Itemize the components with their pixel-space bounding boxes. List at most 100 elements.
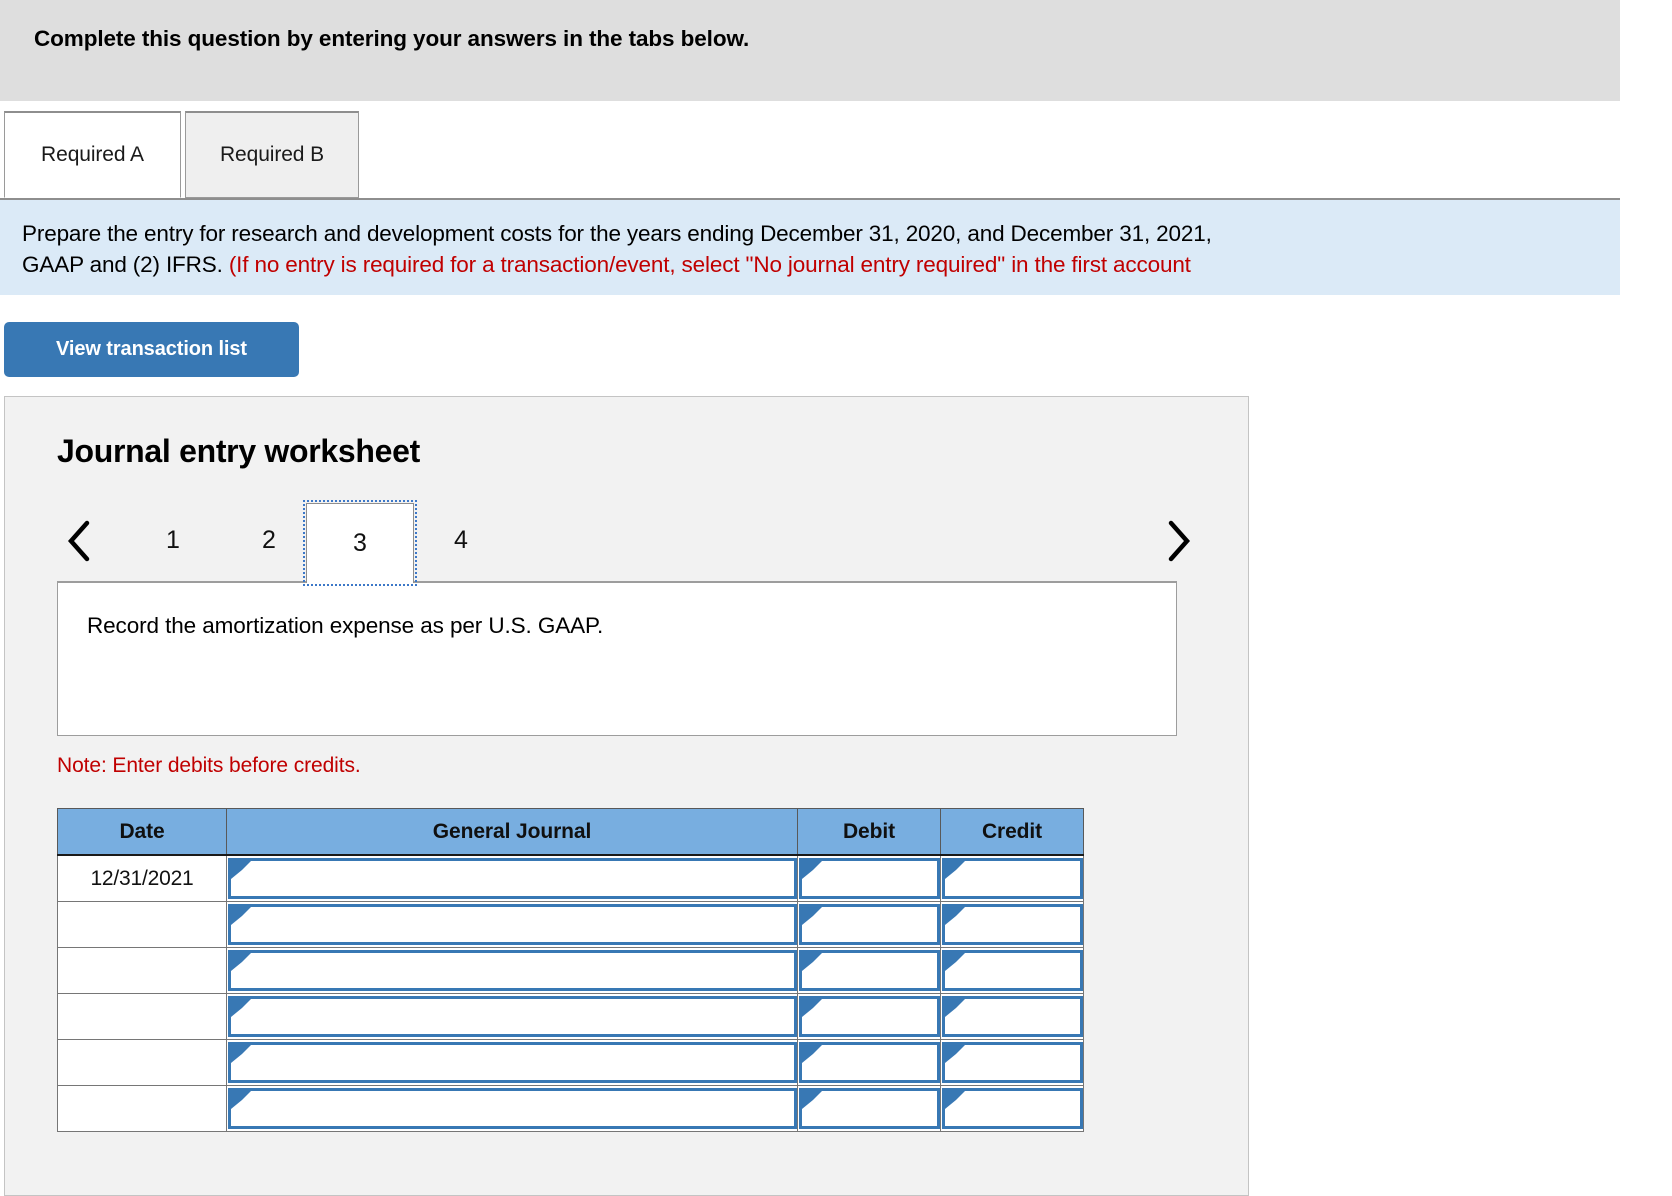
debit-input[interactable] xyxy=(799,996,940,1037)
pager-page-4[interactable]: 4 xyxy=(432,511,490,569)
cell-wrapper xyxy=(228,858,798,899)
date-cell[interactable] xyxy=(57,1085,227,1132)
credit-input[interactable] xyxy=(942,858,1083,899)
debit-input[interactable] xyxy=(799,1042,940,1083)
prompt-line-1: Prepare the entry for research and devel… xyxy=(22,221,1212,246)
credit-cell xyxy=(940,1085,1084,1132)
general-journal-select[interactable] xyxy=(228,1088,797,1129)
journal-entry-table: Date General Journal Debit Credit 12/31/… xyxy=(57,808,1084,1132)
question-prompt-panel: Prepare the entry for research and devel… xyxy=(0,198,1620,295)
tab-required-a[interactable]: Required A xyxy=(4,111,181,198)
view-transaction-list-button[interactable]: View transaction list xyxy=(4,322,299,377)
debit-input[interactable] xyxy=(799,904,940,945)
cell-wrapper xyxy=(228,1088,798,1129)
general-journal-cell xyxy=(226,1085,798,1132)
transaction-description-text: Record the amortization expense as per U… xyxy=(87,613,604,638)
worksheet-title: Journal entry worksheet xyxy=(57,433,420,469)
chevron-left-icon[interactable] xyxy=(57,515,101,567)
general-journal-cell xyxy=(226,901,798,948)
debit-cell xyxy=(797,854,941,902)
cell-wrapper xyxy=(228,1042,798,1083)
table-row xyxy=(57,947,1084,994)
cell-wrapper xyxy=(799,904,941,945)
general-journal-cell xyxy=(226,1039,798,1086)
instruction-banner-text: Complete this question by entering your … xyxy=(34,26,750,51)
pager-page-3-selected[interactable]: 3 xyxy=(303,500,417,586)
credit-input[interactable] xyxy=(942,950,1083,991)
credit-input[interactable] xyxy=(942,996,1083,1037)
cell-wrapper xyxy=(942,1042,1084,1083)
credit-cell xyxy=(940,854,1084,902)
debit-cell xyxy=(797,947,941,994)
debit-cell xyxy=(797,901,941,948)
table-row xyxy=(57,993,1084,1040)
cell-wrapper xyxy=(942,1088,1084,1129)
general-journal-select[interactable] xyxy=(228,858,797,899)
general-journal-cell xyxy=(226,993,798,1040)
debits-before-credits-note: Note: Enter debits before credits. xyxy=(57,754,361,777)
general-journal-select[interactable] xyxy=(228,1042,797,1083)
general-journal-select[interactable] xyxy=(228,996,797,1037)
pager-page-2-label: 2 xyxy=(262,525,276,554)
cell-wrapper xyxy=(942,904,1084,945)
debit-cell xyxy=(797,993,941,1040)
instruction-banner: Complete this question by entering your … xyxy=(0,0,1620,101)
date-cell[interactable]: 12/31/2021 xyxy=(57,854,227,902)
column-header-general-journal: General Journal xyxy=(226,808,798,856)
credit-cell xyxy=(940,1039,1084,1086)
question-prompt-text: Prepare the entry for research and devel… xyxy=(22,218,1642,280)
general-journal-select[interactable] xyxy=(228,904,797,945)
date-cell[interactable] xyxy=(57,947,227,994)
cell-wrapper xyxy=(228,904,798,945)
column-header-date: Date xyxy=(57,808,227,856)
chevron-right-icon[interactable] xyxy=(1157,515,1201,567)
general-journal-select[interactable] xyxy=(228,950,797,991)
cell-wrapper xyxy=(799,950,941,991)
pager-page-1[interactable]: 1 xyxy=(144,511,202,569)
general-journal-cell xyxy=(226,854,798,902)
debit-cell xyxy=(797,1039,941,1086)
date-cell[interactable] xyxy=(57,1039,227,1086)
table-row: 12/31/2021 xyxy=(57,854,1084,902)
tab-required-a-label: Required A xyxy=(41,143,144,166)
pager-page-1-label: 1 xyxy=(166,525,180,554)
cell-wrapper xyxy=(799,858,941,899)
table-row xyxy=(57,901,1084,948)
transaction-description-box: Record the amortization expense as per U… xyxy=(57,581,1177,736)
table-header-row: Date General Journal Debit Credit xyxy=(57,808,1084,856)
debit-input[interactable] xyxy=(799,858,940,899)
pager-page-3-label: 3 xyxy=(353,529,367,557)
cell-wrapper xyxy=(228,950,798,991)
pager-page-4-label: 4 xyxy=(454,525,468,554)
credit-cell xyxy=(940,901,1084,948)
cell-wrapper xyxy=(942,950,1084,991)
date-cell[interactable] xyxy=(57,993,227,1040)
cell-wrapper xyxy=(942,996,1084,1037)
cell-wrapper xyxy=(799,1042,941,1083)
credit-cell xyxy=(940,993,1084,1040)
prompt-line-2-note: (If no entry is required for a transacti… xyxy=(228,252,1191,277)
debit-input[interactable] xyxy=(799,950,940,991)
table-row xyxy=(57,1085,1084,1132)
tab-required-b-label: Required B xyxy=(219,143,325,166)
cell-wrapper xyxy=(228,996,798,1037)
debit-input[interactable] xyxy=(799,1088,940,1129)
date-cell[interactable] xyxy=(57,901,227,948)
tab-required-b[interactable]: Required B xyxy=(185,111,359,198)
credit-input[interactable] xyxy=(942,1088,1083,1129)
cell-wrapper xyxy=(799,1088,941,1129)
journal-entry-worksheet-panel: Journal entry worksheet 1 2 3 4 Record t… xyxy=(4,396,1249,1196)
credit-input[interactable] xyxy=(942,1042,1083,1083)
table-row xyxy=(57,1039,1084,1086)
credit-input[interactable] xyxy=(942,904,1083,945)
pager-page-2[interactable]: 2 xyxy=(240,511,298,569)
column-header-debit: Debit xyxy=(797,808,941,856)
debit-cell xyxy=(797,1085,941,1132)
column-header-credit: Credit xyxy=(940,808,1084,856)
worksheet-pager: 1 2 3 4 xyxy=(5,500,1248,586)
prompt-line-2: GAAP and (2) IFRS. xyxy=(22,252,229,277)
cell-wrapper xyxy=(799,996,941,1037)
general-journal-cell xyxy=(226,947,798,994)
credit-cell xyxy=(940,947,1084,994)
cell-wrapper xyxy=(942,858,1084,899)
